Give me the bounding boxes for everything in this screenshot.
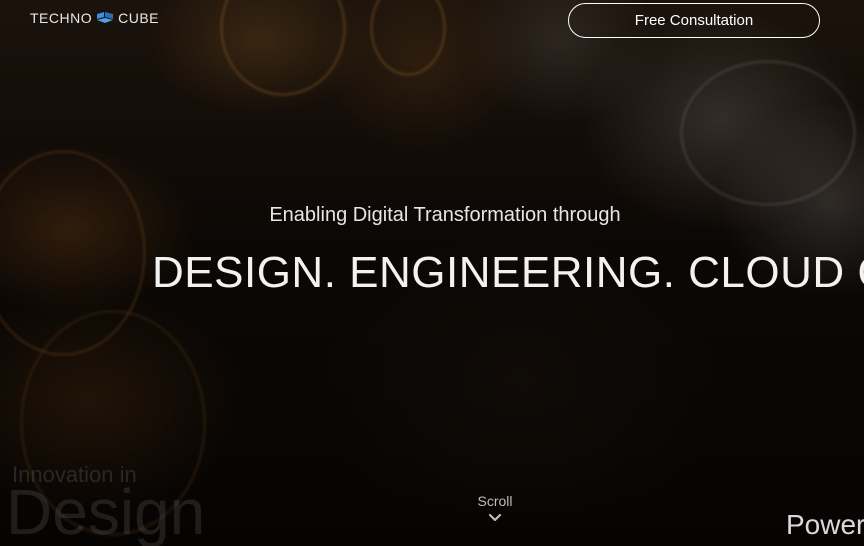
chevron-down-icon [488,513,502,522]
site-logo[interactable]: TECHNO CUBE [30,10,159,26]
logo-text-left: TECHNO [30,10,93,26]
scroll-label: Scroll [477,493,513,509]
hero-headline: DESIGN. ENGINEERING. CLOUD CO [152,248,864,297]
hero-section: TECHNO CUBE Free Consultation Enabling D… [0,0,864,546]
free-consultation-button[interactable]: Free Consultation [568,3,820,38]
logo-text-right: CUBE [118,10,160,26]
cube-flag-icon [97,12,114,23]
scroll-indicator[interactable]: Scroll [0,493,864,523]
hero-subtitle: Enabling Digital Transformation through [269,204,621,226]
